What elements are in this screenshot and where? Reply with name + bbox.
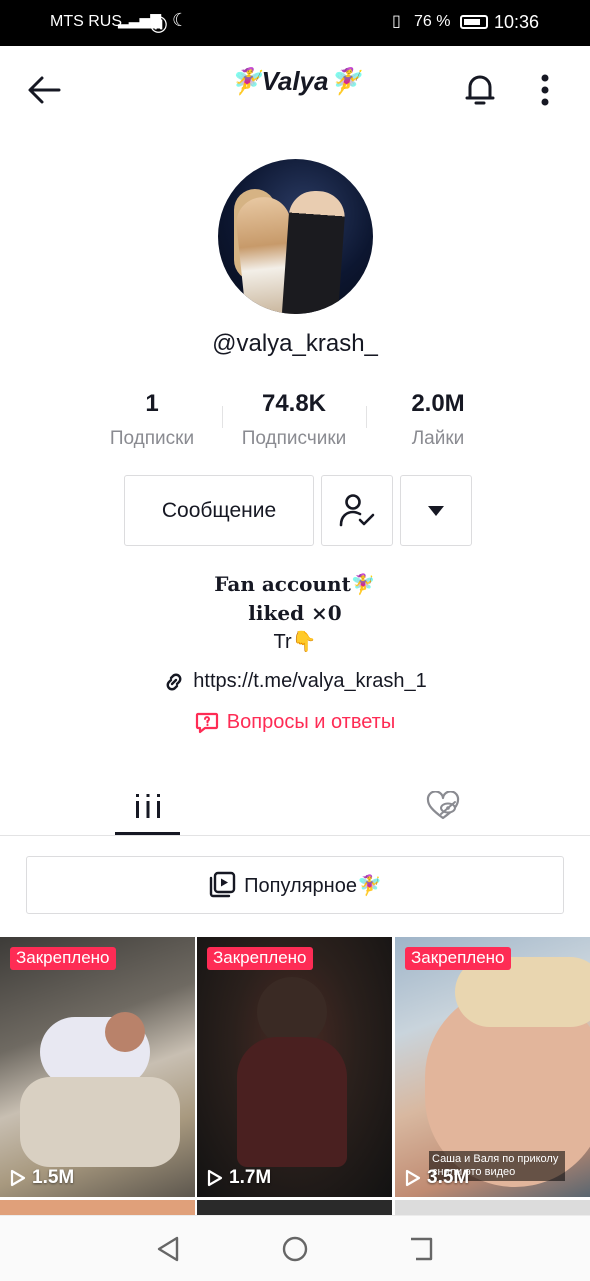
tab-liked[interactable] [410, 782, 475, 830]
message-button-label: Сообщение [161, 498, 277, 522]
bell-icon [465, 75, 495, 105]
view-count: 1.7M [207, 1167, 271, 1189]
back-triangle-icon[interactable] [155, 1235, 181, 1263]
bio-line: Tr👇 [273, 631, 317, 653]
bio-link-text: https://t.me/valya_krash_1 [193, 670, 427, 692]
suggestions-dropdown-button[interactable] [400, 475, 472, 546]
more-options-button[interactable] [528, 70, 562, 110]
username-handle: @valya_krash_ [212, 330, 378, 357]
video-thumbnail[interactable]: Закреплено Саша и Валя по приколу сняли … [395, 937, 590, 1197]
view-count: 1.5M [10, 1167, 74, 1189]
home-circle-icon[interactable] [281, 1235, 309, 1263]
video-thumbnail[interactable]: Закреплено 1.5M [0, 937, 195, 1197]
qa-link-text: Вопросы и ответы [226, 711, 396, 733]
pinned-badge: Закреплено [405, 947, 511, 970]
user-check-icon [339, 493, 375, 526]
likes-label[interactable]: Лайки [378, 428, 498, 450]
clock: 10:36 [494, 12, 540, 32]
playlist-icon [209, 871, 236, 898]
followers-count[interactable]: 74.8K [234, 390, 354, 418]
stats-divider [366, 406, 367, 428]
pinned-badge: Закреплено [207, 947, 313, 970]
likes-count[interactable]: 2.0M [388, 390, 488, 418]
bio-link[interactable]: https://t.me/valya_krash_1 [0, 670, 590, 693]
caret-down-icon [428, 505, 444, 516]
recents-square-icon[interactable] [408, 1236, 434, 1262]
carrier-label: MTS RUS [50, 13, 122, 30]
tabs-divider [0, 835, 590, 836]
tab-videos[interactable] [115, 782, 180, 830]
link-icon [166, 673, 182, 690]
play-icon [10, 1169, 26, 1187]
following-count[interactable]: 1 [102, 390, 202, 418]
system-nav-bar [0, 1215, 590, 1281]
more-vertical-icon [541, 74, 549, 106]
qa-link[interactable]: Вопросы и ответы [0, 711, 590, 734]
video-thumbnail[interactable]: Закреплено 1.7M [197, 937, 392, 1197]
view-count: 3.5M [405, 1167, 469, 1189]
stats-divider [222, 406, 223, 428]
popular-playlist-label: Популярное🧚‍♀️ [244, 874, 382, 897]
battery-percent: 76 % [414, 13, 451, 30]
message-button[interactable]: Сообщение [124, 475, 314, 546]
bio-line: liked ×0 [248, 601, 342, 625]
play-icon [405, 1169, 421, 1187]
pinned-badge: Закреплено [10, 947, 116, 970]
play-icon [207, 1169, 223, 1187]
status-bar: MTS RUS ▂▃▅▇ Ⓝ ☾ ▯ 76 % 10:36 [0, 0, 590, 46]
notifications-button[interactable] [458, 70, 502, 110]
grid-icon [135, 794, 160, 818]
hidden-heart-icon [426, 791, 459, 820]
battery-icon [460, 15, 488, 29]
nfc-icon: Ⓝ [150, 16, 167, 35]
avatar[interactable] [218, 159, 373, 314]
popular-playlist-button[interactable]: Популярное🧚‍♀️ [26, 856, 564, 914]
following-label[interactable]: Подписки [92, 428, 212, 450]
question-bubble-icon [195, 712, 218, 733]
moon-icon: ☾ [172, 10, 189, 30]
followers-label[interactable]: Подписчики [230, 428, 358, 450]
vibrate-icon: ▯ [392, 13, 401, 30]
following-status-button[interactable] [321, 475, 393, 546]
bio-line: Fan account🧚‍♀️ [214, 572, 376, 596]
